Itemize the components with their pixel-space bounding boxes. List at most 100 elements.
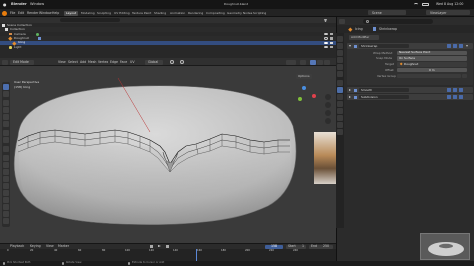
smooth-tool-icon[interactable] [3,204,9,210]
camera-restrict-icon[interactable] [330,32,333,36]
bevel-tool-icon[interactable] [3,169,9,175]
outliner-row-light[interactable]: Light [0,45,336,49]
render-properties-tab-icon[interactable] [337,43,343,49]
expand-chevron-icon[interactable] [349,88,351,91]
edit-mode-toggle-icon[interactable] [447,44,451,48]
shading-solid-button[interactable] [310,59,316,65]
zoom-view-icon[interactable] [325,94,331,100]
properties-search-field[interactable] [363,18,433,24]
menu-mesh[interactable]: Mesh [88,60,96,64]
tab-uv-editing[interactable]: UV Editing [112,11,132,16]
tab-modeling[interactable]: Modeling [79,11,97,16]
data-properties-tab-icon[interactable] [337,115,343,121]
perspective-toggle-icon[interactable] [325,118,331,124]
collapse-chevron-icon[interactable] [348,45,351,47]
particles-properties-tab-icon[interactable] [337,94,343,100]
tab-scripting[interactable]: Scripting [251,11,268,16]
constraints-properties-tab-icon[interactable] [337,108,343,114]
vertex-group-field[interactable] [397,73,461,79]
world-properties-tab-icon[interactable] [337,71,343,77]
camera-view-icon[interactable] [325,110,331,116]
xray-button[interactable] [300,59,306,65]
gizmo-z-axis-icon[interactable] [302,86,306,90]
select-tool-icon[interactable] [3,84,9,90]
outliner-search-field[interactable] [60,18,120,22]
shading-material-button[interactable] [317,59,323,65]
viewport-toggle-icon[interactable] [453,44,457,48]
jump-start-icon[interactable] [150,245,153,249]
move-tool-icon[interactable] [3,100,9,106]
tab-rendering[interactable]: Rendering [186,11,205,16]
inset-tool-icon[interactable] [3,162,9,168]
spin-tool-icon[interactable] [3,197,9,203]
menu-face[interactable]: Face [120,60,127,64]
camera-restrict-icon[interactable] [330,37,333,40]
timeline[interactable]: 0 20 40 60 80 100 120 140 160 180 200 22… [0,249,336,261]
play-icon[interactable] [158,245,161,248]
tab-geometry-nodes[interactable]: Geometry Nodes [225,11,254,16]
app-name[interactable]: Blender [11,2,27,7]
apple-icon[interactable]: ● [3,2,7,7]
edge-slide-tool-icon[interactable] [3,211,9,217]
battery-icon[interactable] [422,2,429,6]
snap-icon[interactable] [170,60,174,64]
visibility-eye-icon[interactable] [324,41,328,44]
poly-build-tool-icon[interactable] [3,190,9,196]
viewport-toggle-icon[interactable] [453,88,457,92]
expand-chevron-icon[interactable] [349,95,351,98]
tab-texture-paint[interactable]: Texture Paint [130,11,153,16]
loop-cut-tool-icon[interactable] [3,176,9,182]
visibility-eye-icon[interactable] [324,37,328,40]
invert-vertex-group-icon[interactable] [462,73,467,79]
proportional-edit-icon[interactable] [180,60,184,64]
rotate-tool-icon[interactable] [3,107,9,113]
jump-end-icon[interactable] [166,245,169,249]
shrink-fatten-tool-icon[interactable] [3,218,9,224]
3d-viewport[interactable]: User Perspective (158) Icing Options [0,66,336,244]
render-toggle-icon[interactable] [459,95,463,99]
menu-edge[interactable]: Edge [110,60,118,64]
doughnut-mesh[interactable] [0,66,336,244]
menu-select[interactable]: Select [68,60,78,64]
tool-properties-tab-icon[interactable] [337,36,343,42]
edit-mode-toggle-icon[interactable] [447,95,451,99]
blender-logo-icon[interactable] [2,10,7,16]
add-cube-tool-icon[interactable] [3,146,9,152]
render-toggle-icon[interactable] [459,44,463,48]
viewport-toggle-icon[interactable] [453,95,457,99]
view-layer-properties-tab-icon[interactable] [337,57,343,63]
modifier-properties-tab-icon[interactable] [337,87,343,93]
tab-shading[interactable]: Shading [152,11,168,16]
playhead[interactable] [196,249,197,261]
knife-tool-icon[interactable] [3,183,9,189]
menu-window[interactable]: Window [39,11,52,15]
measure-tool-icon[interactable] [3,137,9,143]
extrude-tool-icon[interactable] [3,155,9,161]
material-properties-tab-icon[interactable] [337,122,343,128]
menu-edit[interactable]: Edit [18,11,24,15]
subdivision-modifier-header[interactable]: Subdivision [347,94,473,100]
cursor-tool-icon[interactable] [3,91,9,97]
physics-properties-tab-icon[interactable] [337,101,343,107]
shading-rendered-button[interactable] [324,59,330,65]
editor-type-icon[interactable] [2,59,8,65]
wifi-icon[interactable] [414,2,418,6]
tab-sculpting[interactable]: Sculpting [95,11,113,16]
camera-restrict-icon[interactable] [330,46,333,49]
menu-vertex[interactable]: Vertex [98,60,108,64]
window-menu[interactable]: Window [30,2,44,7]
reference-image[interactable] [314,132,336,184]
menu-view[interactable]: View [58,60,66,64]
transform-tool-icon[interactable] [3,121,9,127]
output-properties-tab-icon[interactable] [337,50,343,56]
menu-uv[interactable]: UV [130,60,135,64]
filter-icon[interactable] [324,18,327,22]
menu-help[interactable]: Help [52,11,59,15]
edit-mode-toggle-icon[interactable] [447,88,451,92]
smooth-modifier-header[interactable]: Smooth [347,87,473,93]
tab-compositing[interactable]: Compositing [204,11,227,16]
editor-type-icon[interactable] [339,18,345,24]
menu-add[interactable]: Add [80,60,86,64]
pan-view-icon[interactable] [325,102,331,108]
tab-layout[interactable]: Layout [64,10,79,16]
